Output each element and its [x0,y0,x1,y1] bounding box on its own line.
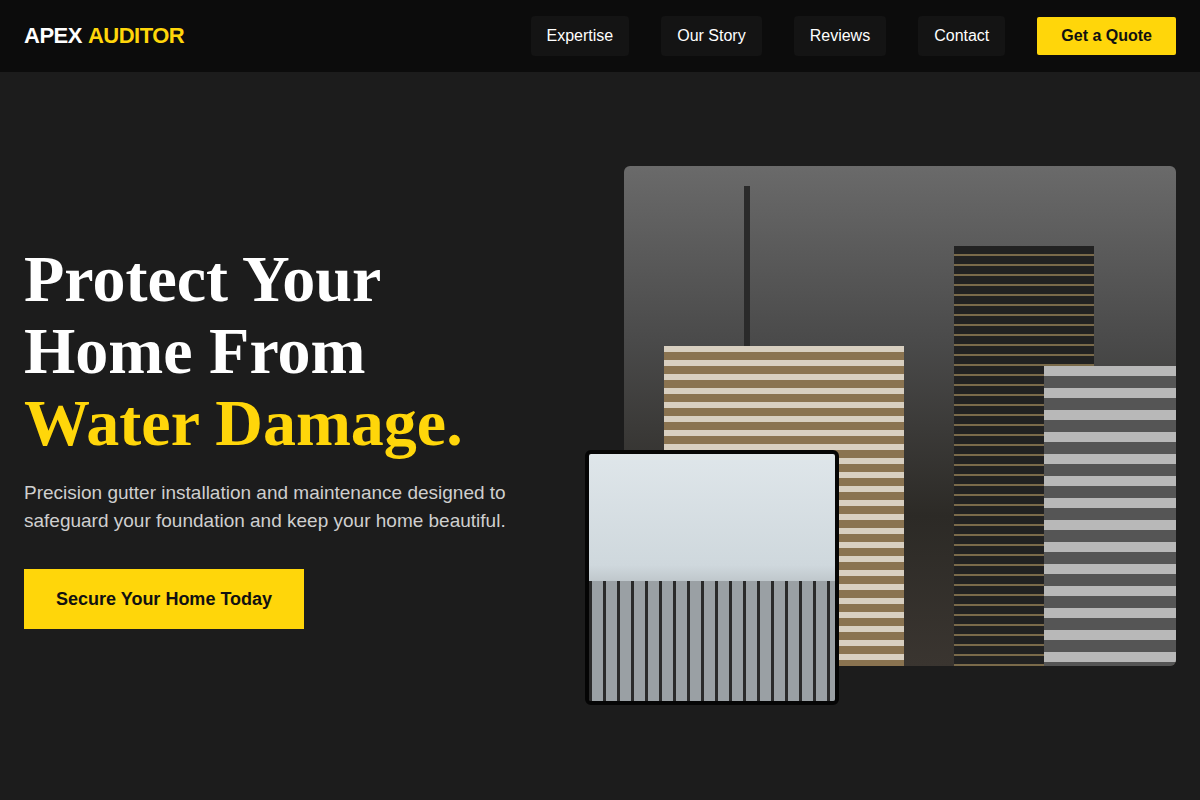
cta-button[interactable]: Secure Your Home Today [24,569,304,629]
landing-page: APEXAUDITOR Expertise Our Story Reviews Cont… [0,0,1200,800]
logo-second: AUDITOR [88,23,184,49]
nav-item[interactable]: Expertise [531,16,630,56]
scaffold-shape [589,581,835,701]
logo[interactable]: APEXAUDITOR [24,23,184,49]
crane-shape [744,186,750,346]
hero-media [624,166,1176,706]
hero-title: Protect YourHome FromWater Damage. [24,243,463,459]
hero: Protect YourHome FromWater Damage. Precis… [0,72,1200,800]
nav-item[interactable]: Reviews [794,16,886,56]
hero-text: Protect YourHome FromWater Damage. Precis… [24,243,624,629]
construction-photo [585,450,839,705]
nav-item[interactable]: Our Story [661,16,761,56]
header: APEXAUDITOR Expertise Our Story Reviews Cont… [0,0,1200,72]
tower-shape [1044,366,1176,666]
quote-button[interactable]: Get a Quote [1037,17,1176,55]
hero-subtitle: Precision gutter installation and mainte… [24,479,544,535]
logo-first: APEX [24,23,82,49]
title-accent: Water Damage. [24,387,463,459]
nav-item[interactable]: Contact [918,16,1005,56]
title-line: Home From [24,315,463,387]
nav: Expertise Our Story Reviews Contact Get a Qu… [531,16,1176,56]
title-line: Protect Your [24,243,463,315]
